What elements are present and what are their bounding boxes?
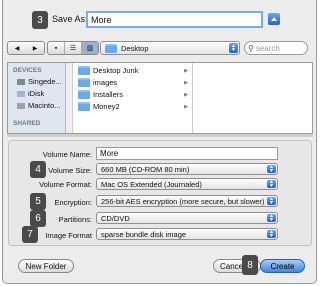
- partitions-value: CD/DVD: [101, 213, 130, 223]
- icon-view-icon[interactable]: ▪: [48, 42, 65, 54]
- devices-header: DEVICES: [13, 67, 42, 74]
- volume-size-value: 660 MB (CD-ROM 80 min): [101, 164, 190, 174]
- list-view-icon[interactable]: ☰: [65, 42, 82, 54]
- image-format-value: sparse bundle disk image: [101, 229, 187, 239]
- computer-icon: [17, 78, 25, 85]
- location-popup[interactable]: Desktop ▲ ▼: [100, 41, 240, 55]
- volume-size-label: Volume Size:: [48, 166, 92, 175]
- resize-divider[interactable]: [7, 134, 313, 137]
- new-folder-button[interactable]: New Folder: [18, 259, 74, 273]
- sidebar-item-device[interactable]: iDisk: [17, 89, 44, 98]
- popup-arrows-icon: ▲ ▼: [229, 43, 238, 53]
- sidebar: DEVICES Singede... iDisk Macinto... SHAR…: [8, 63, 66, 133]
- encryption-popup[interactable]: 256-bit AES encryption (more secure, but…: [96, 195, 278, 207]
- save-as-field[interactable]: More: [86, 11, 263, 28]
- encryption-label: Encryption:: [54, 198, 92, 207]
- list-item[interactable]: Desktop Junk ▶: [78, 66, 188, 75]
- folder-icon: [78, 90, 90, 99]
- search-placeholder: search: [255, 43, 280, 53]
- create-button[interactable]: Create: [260, 259, 305, 273]
- location-label: Desktop: [121, 43, 149, 53]
- disclosure-arrow-icon: ▶: [184, 103, 188, 110]
- idisk-icon: [17, 90, 25, 97]
- left-scrollbar[interactable]: [66, 63, 73, 133]
- popup-arrows-icon: ▲ ▼: [267, 197, 276, 206]
- chevron-up-icon: [271, 17, 277, 21]
- step-badge-8: 8: [242, 255, 258, 275]
- volume-format-popup[interactable]: Mac OS Extended (Journaled) ▲ ▼: [96, 178, 278, 190]
- step-badge-5: 5: [30, 193, 46, 210]
- disclosure-arrow-icon: ▶: [184, 91, 188, 98]
- image-format-label: Image Format: [45, 231, 92, 240]
- list-item[interactable]: images ▶: [78, 78, 188, 87]
- volume-name-label: Volume Name:: [42, 150, 92, 159]
- popup-arrows-icon: ▲ ▼: [267, 180, 276, 189]
- folder-icon: [78, 66, 90, 75]
- folder-icon: [78, 78, 90, 87]
- list-item[interactable]: Installers ▶: [78, 90, 188, 99]
- empty-column: [194, 63, 312, 133]
- sidebar-item-device[interactable]: Singede...: [17, 77, 62, 86]
- file-column: Desktop Junk ▶ images ▶ Installers ▶ Mon…: [74, 63, 193, 133]
- image-format-popup[interactable]: sparse bundle disk image ▲ ▼: [96, 228, 278, 240]
- list-item[interactable]: Money2 ▶: [78, 102, 188, 111]
- partitions-popup[interactable]: CD/DVD ▲ ▼: [96, 212, 278, 224]
- volume-size-popup[interactable]: 660 MB (CD-ROM 80 min) ▲ ▼: [96, 163, 278, 175]
- disclosure-arrow-icon: ▶: [184, 79, 188, 86]
- volume-format-label: Volume Format:: [39, 180, 92, 189]
- back-arrow-icon[interactable]: ◀: [15, 45, 20, 52]
- shared-header: SHARED: [13, 120, 41, 127]
- view-mode-buttons[interactable]: ▪ ☰ ▥: [47, 41, 99, 55]
- step-badge-4: 4: [30, 161, 46, 178]
- popup-arrows-icon: ▲ ▼: [267, 230, 276, 239]
- popup-arrows-icon: ▲ ▼: [267, 165, 276, 174]
- volume-format-value: Mac OS Extended (Journaled): [101, 179, 202, 189]
- encryption-value: 256-bit AES encryption (more secure, but…: [101, 196, 265, 206]
- disclosure-arrow-icon: ▶: [184, 67, 188, 74]
- save-as-label: Save As:: [52, 14, 88, 24]
- folder-icon: [78, 102, 90, 111]
- step-badge-3: 3: [32, 11, 48, 29]
- forward-arrow-icon[interactable]: ▶: [33, 45, 38, 52]
- expand-button[interactable]: [268, 13, 280, 25]
- desktop-folder-icon: [105, 43, 117, 53]
- search-field[interactable]: ⚲ search: [244, 41, 308, 55]
- hard-drive-icon: [17, 102, 25, 109]
- search-icon: ⚲: [248, 43, 254, 53]
- file-browser: DEVICES Singede... iDisk Macinto... SHAR…: [7, 62, 313, 134]
- volume-name-field[interactable]: More: [96, 147, 278, 160]
- partitions-label: Partitions:: [58, 215, 92, 224]
- step-badge-7: 7: [22, 226, 38, 243]
- step-badge-6: 6: [30, 210, 46, 227]
- column-view-icon[interactable]: ▥: [82, 42, 98, 54]
- back-forward-buttons[interactable]: ◀ ▶: [7, 41, 45, 55]
- sidebar-item-device[interactable]: Macinto...: [17, 101, 61, 110]
- popup-arrows-icon: ▲ ▼: [267, 214, 276, 223]
